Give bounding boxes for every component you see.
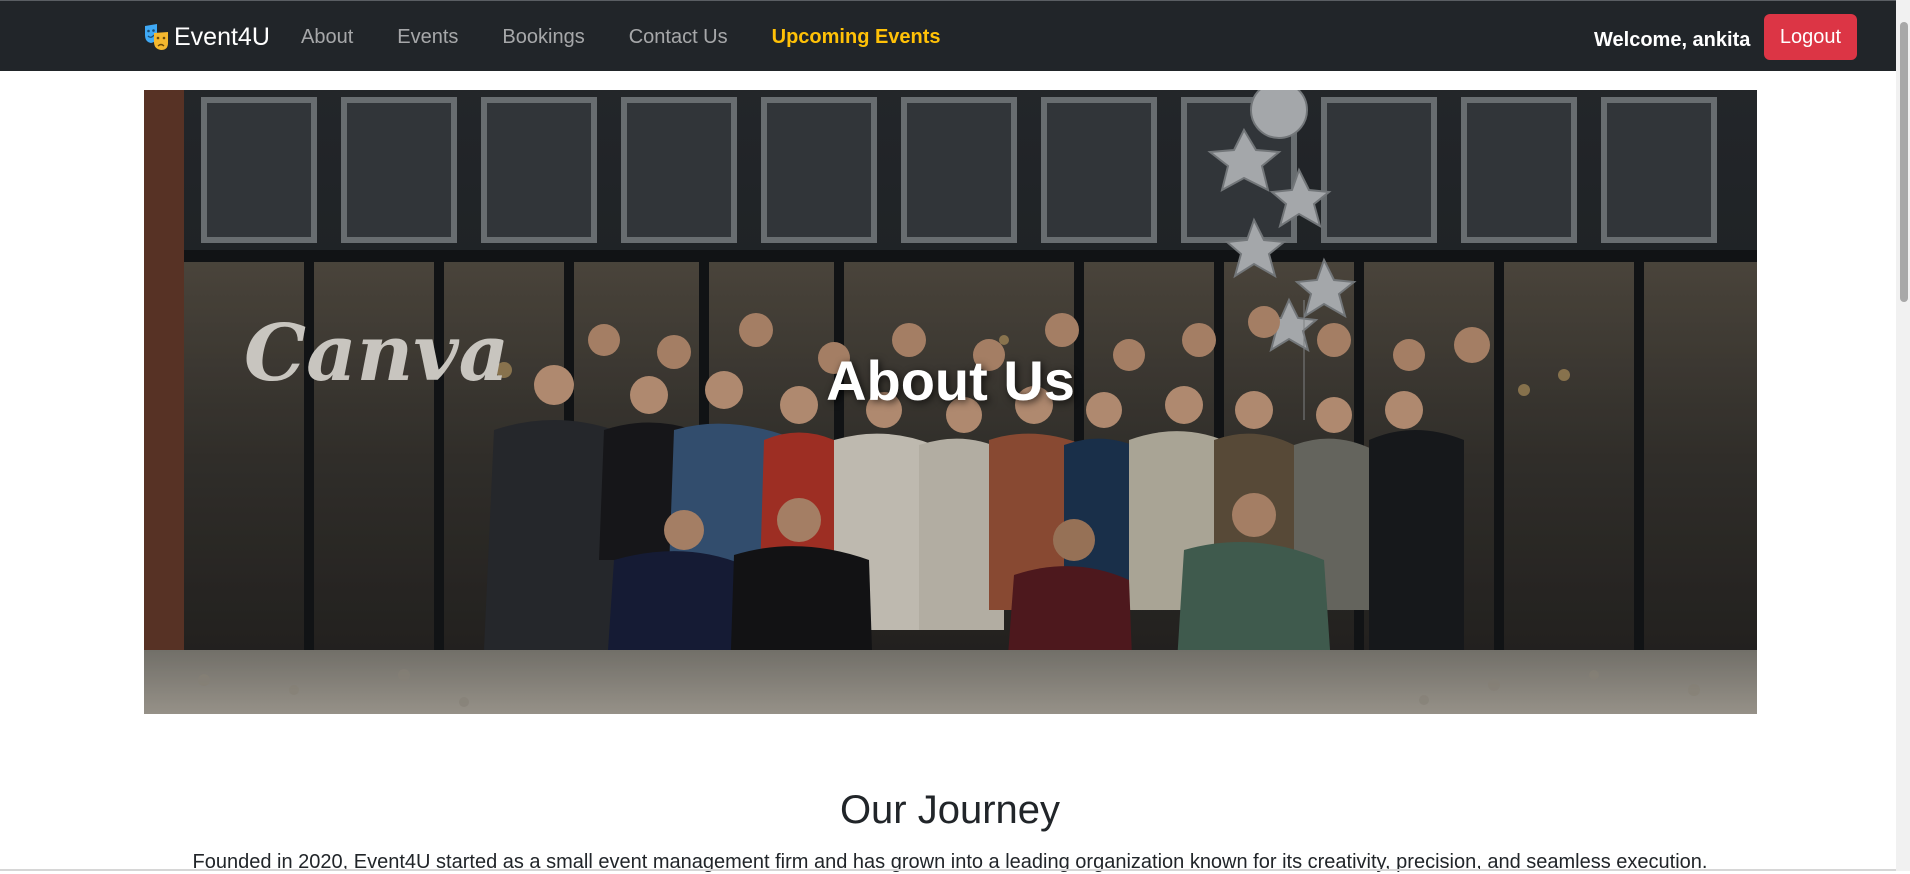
brand-name: Event4U: [174, 22, 270, 51]
hero-title: About Us: [826, 348, 1075, 412]
logout-button[interactable]: Logout: [1764, 14, 1857, 60]
nav-links: About Events Bookings Contact Us Upcomin…: [301, 23, 985, 51]
nav-link-events[interactable]: Events: [397, 26, 458, 49]
nav-link-contact-us[interactable]: Contact Us: [629, 26, 728, 49]
welcome-message: Welcome, ankita: [1594, 29, 1751, 51]
top-navbar: Event4U About Events Bookings Contact Us…: [0, 0, 1910, 71]
brand-link[interactable]: Event4U: [144, 21, 270, 53]
journey-heading: Our Journey: [839, 788, 1061, 832]
nav-link-upcoming-events[interactable]: Upcoming Events: [772, 26, 941, 49]
nav-link-bookings[interactable]: Bookings: [502, 26, 584, 49]
scrollbar-thumb[interactable]: [1900, 22, 1908, 302]
scrollbar[interactable]: [1896, 0, 1910, 871]
hero-banner: Canva About Us: [144, 90, 1757, 714]
nav-link-about[interactable]: About: [301, 26, 353, 49]
theater-masks-icon: [144, 23, 170, 51]
